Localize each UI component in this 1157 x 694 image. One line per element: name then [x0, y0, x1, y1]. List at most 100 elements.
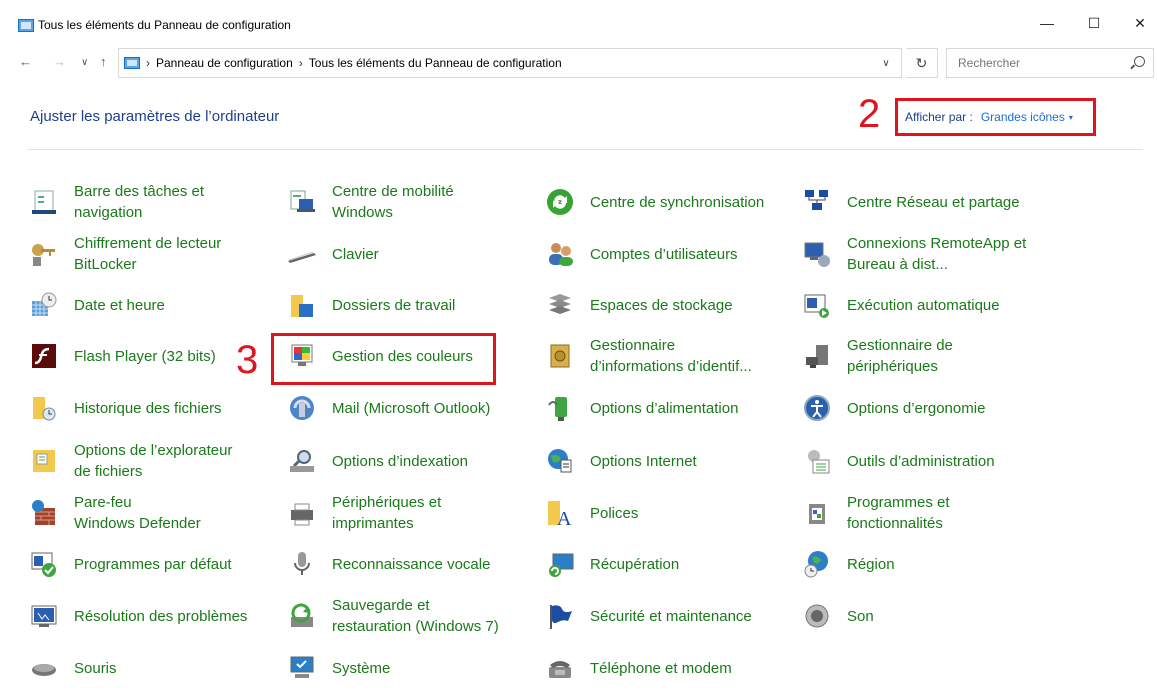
item-label: Centre Réseau et partage: [847, 193, 1020, 211]
item-label: Périphériques et imprimantes: [332, 494, 442, 532]
phone-icon: [544, 652, 576, 684]
item-label: Récupération: [590, 555, 680, 573]
item-label: Gestionnaire de périphériques: [847, 337, 953, 375]
item-label: Polices: [590, 504, 639, 522]
item-label: Téléphone et modem: [590, 659, 732, 677]
view-by-value[interactable]: Grandes icônes: [981, 110, 1065, 124]
item-label: Dossiers de travail: [332, 296, 456, 314]
forward-button[interactable]: →: [53, 54, 66, 69]
item-label: Barre des tâches et navigation: [74, 183, 205, 221]
view-by-label: Afficher par :: [905, 110, 973, 124]
address-dropdown-button[interactable]: ∨: [871, 49, 901, 77]
item-label: Centre de mobilité Windows: [332, 183, 454, 221]
mobility-icon: [286, 186, 318, 218]
mail-icon: [286, 392, 318, 424]
speaker-icon: [801, 600, 833, 632]
bitlocker-icon: [28, 238, 60, 270]
system-icon: [286, 652, 318, 684]
item-label: Sauvegarde et restauration (Windows 7): [332, 597, 499, 635]
item-label: Historique des fichiers: [74, 399, 222, 417]
default-programs-icon: [28, 548, 60, 580]
item-label: Gestionnaire d’informations d’identif...: [590, 337, 752, 375]
admin-tools-icon: [801, 445, 833, 477]
item-label: Options d’ergonomie: [847, 399, 986, 417]
network-icon: [801, 186, 833, 218]
annotation-number-3: 3: [236, 338, 259, 382]
item-label: Gestion des couleurs: [332, 347, 473, 365]
item-label: Souris: [74, 659, 117, 677]
troubleshoot-icon: [28, 600, 60, 632]
address-bar[interactable]: › Panneau de configuration › Tous les él…: [118, 48, 902, 78]
item-label: Système: [332, 659, 391, 677]
breadcrumb-separator: ›: [146, 56, 150, 70]
item-label: Options d’alimentation: [590, 399, 739, 417]
item-label: Espaces de stockage: [590, 296, 733, 314]
item-label: Résolution des problèmes: [74, 607, 248, 625]
annotation-number-2: 2: [858, 92, 881, 136]
refresh-button[interactable]: ↻: [906, 48, 938, 78]
item-label: Programmes et fonctionnalités: [847, 494, 950, 532]
item-label: Sécurité et maintenance: [590, 607, 752, 625]
navigation-bar: ← → ∨ ↑ › Panneau de configuration › Tou…: [0, 46, 1157, 80]
up-button[interactable]: ↑: [100, 54, 107, 69]
recent-locations-button[interactable]: ∨: [81, 57, 88, 68]
taskbar-icon: [28, 186, 60, 218]
search-input[interactable]: [947, 49, 1117, 77]
backup-icon: [286, 600, 318, 632]
breadcrumb-separator: ›: [298, 56, 303, 70]
breadcrumb-control-panel[interactable]: Panneau de configuration: [156, 56, 293, 70]
users-icon: [544, 238, 576, 270]
item-label: Options d’indexation: [332, 452, 468, 470]
item-label: Chiffrement de lecteur BitLocker: [74, 235, 222, 273]
item-label: Flash Player (32 bits): [74, 347, 216, 365]
credential-icon: [544, 340, 576, 372]
explorer-options-icon: [28, 445, 60, 477]
remoteapp-icon: [801, 238, 833, 270]
color-management-icon: [286, 340, 318, 372]
storage-icon: [544, 289, 576, 321]
power-icon: [544, 392, 576, 424]
file-history-icon: [28, 392, 60, 424]
item-label: Mail (Microsoft Outlook): [332, 399, 491, 417]
item-label: Pare-feu Windows Defender: [74, 494, 201, 532]
page-title: Ajuster les paramètres de l’ordinateur: [30, 108, 280, 125]
control-panel-icon: [124, 57, 140, 69]
item-label: Date et heure: [74, 296, 165, 314]
programs-icon: [801, 497, 833, 529]
window-title: Tous les éléments du Panneau de configur…: [38, 18, 291, 32]
fonts-icon: A: [544, 497, 576, 529]
breadcrumb-all-items[interactable]: Tous les éléments du Panneau de configur…: [309, 56, 562, 70]
view-by-selector[interactable]: Afficher par : Grandes icônes ▾: [895, 98, 1096, 136]
minimize-button[interactable]: —: [1025, 8, 1069, 38]
mouse-icon: [28, 652, 60, 684]
maximize-button[interactable]: ☐: [1072, 8, 1116, 38]
device-manager-icon: [801, 340, 833, 372]
recovery-icon: [544, 548, 576, 580]
title-bar: Tous les éléments du Panneau de configur…: [0, 0, 1157, 38]
svg-text:A: A: [557, 508, 572, 528]
item-label: Exécution automatique: [847, 296, 1000, 314]
item-label: Outils d’administration: [847, 452, 995, 470]
indexing-icon: [286, 445, 318, 477]
search-box[interactable]: [946, 48, 1154, 78]
clock-icon: [28, 289, 60, 321]
divider: [28, 149, 1143, 150]
item-label: Comptes d’utilisateurs: [590, 245, 738, 263]
region-icon: [801, 548, 833, 580]
autoplay-icon: [801, 289, 833, 321]
search-icon[interactable]: [1134, 56, 1145, 67]
dropdown-caret-icon[interactable]: ▾: [1069, 113, 1073, 122]
flash-icon: [28, 340, 60, 372]
sync-icon: [544, 186, 576, 218]
item-label: Son: [847, 607, 874, 625]
item-label: Clavier: [332, 245, 379, 263]
printer-icon: [286, 497, 318, 529]
control-panel-icon: [18, 19, 34, 32]
work-folders-icon: [286, 289, 318, 321]
firewall-icon: [28, 497, 60, 529]
security-flag-icon: [544, 600, 576, 632]
item-label: Région: [847, 555, 895, 573]
close-button[interactable]: ✕: [1118, 8, 1157, 38]
back-button[interactable]: ←: [19, 54, 32, 69]
internet-icon: [544, 445, 576, 477]
